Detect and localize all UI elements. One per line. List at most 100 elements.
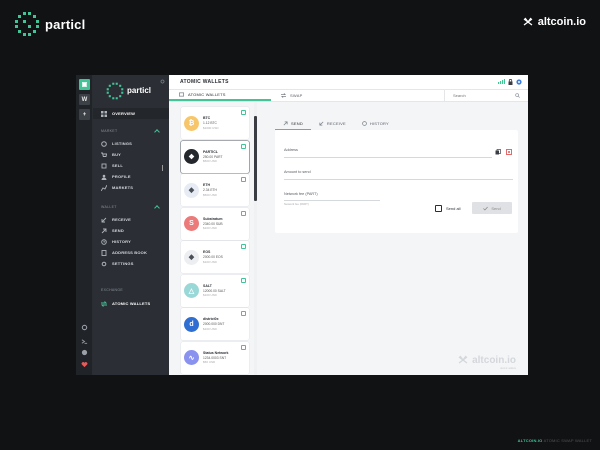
tab-send[interactable]: SEND	[275, 117, 311, 130]
address-book-icon[interactable]	[506, 149, 512, 155]
send-button-label: Send	[491, 205, 501, 211]
send-panel: Address Amount to send Network fee (PART…	[275, 130, 518, 233]
coin-name: Status Network	[203, 350, 229, 355]
coin-card[interactable]: d district0x 2000.000 DNT $100 USD	[181, 308, 249, 340]
tab-history[interactable]: HISTORY	[354, 117, 397, 130]
sidebar-item-label: ADDRESS BOOK	[112, 250, 148, 255]
tab-label: RECEIVE	[326, 121, 346, 126]
swap-badge-icon[interactable]	[241, 277, 246, 283]
sidebar-item-address-book[interactable]: ADDRESS BOOK	[93, 247, 169, 258]
page-title: ATOMIC WALLETS	[180, 78, 229, 85]
coin-fiat-value: $500 USD	[203, 159, 217, 164]
altcoin-mark-icon	[458, 355, 468, 364]
coin-card[interactable]: ₿ BTC 1.12 BTC $1000 USD	[181, 107, 249, 139]
fee-field[interactable]	[284, 200, 380, 201]
coin-name: SALT	[203, 283, 212, 288]
tab-label: HISTORY	[369, 121, 389, 126]
coin-card[interactable]: △ SALT 12000.00 SALT $100 USD	[181, 274, 249, 307]
coin-name: district0x	[203, 317, 219, 322]
coin-fiat-value: $100 USD	[203, 293, 217, 298]
history-icon	[101, 238, 107, 245]
coin-name: BTC	[203, 116, 211, 121]
search-icon[interactable]	[515, 92, 520, 98]
section-label: WALLET	[101, 205, 117, 209]
footer-brand: ALTCOIN.IO	[517, 438, 543, 443]
panel-tabs: SEND RECEIVE HISTORY	[275, 117, 518, 130]
terminal-icon[interactable]	[80, 337, 89, 346]
sidebar-item-markets[interactable]: MARKETS	[93, 182, 169, 193]
copy-icon[interactable]	[495, 149, 501, 155]
person-icon	[101, 174, 107, 180]
wallet-switch-active[interactable]: ▣	[79, 79, 90, 90]
sidebar-item-listings[interactable]: LISTINGS	[93, 138, 169, 149]
settings-icon[interactable]	[80, 323, 89, 332]
swap-badge-icon[interactable]	[241, 177, 246, 182]
gear-icon	[101, 261, 107, 267]
coin-logo-icon: △	[184, 283, 199, 298]
coin-logo-icon: ₿	[184, 115, 199, 131]
scrollbar-thumb[interactable]	[254, 116, 257, 201]
resize-handle[interactable]	[162, 165, 163, 171]
listings-icon	[101, 140, 107, 147]
swap-badge-icon[interactable]	[241, 311, 246, 316]
coin-card[interactable]: ❖ PARTICL 250.00 PART $500 USD	[181, 140, 249, 173]
gear-icon[interactable]	[160, 79, 165, 84]
sidebar-item-sell[interactable]: SELL	[93, 160, 169, 171]
heart-icon[interactable]	[80, 360, 89, 369]
wallet-section-header[interactable]: WALLET	[93, 202, 169, 212]
sidebar-item-receive[interactable]: RECEIVE	[93, 214, 169, 225]
tab-atomic-wallets[interactable]: ATOMIC WALLETS	[169, 90, 271, 101]
send-button[interactable]: Send	[472, 202, 512, 214]
tab-swap[interactable]: SWAP	[271, 90, 444, 101]
wallet-tabs: ATOMIC WALLETS SWAP	[169, 89, 528, 102]
swap-badge-icon[interactable]	[241, 143, 246, 149]
market-section-header[interactable]: MARKET	[93, 126, 169, 136]
fee-hint: Network fee (PART)	[284, 202, 309, 206]
send-all-label: Send all	[446, 206, 461, 211]
coin-card[interactable]: ◆ ETH 2.34 ETH $500 USD	[181, 174, 249, 206]
amount-field[interactable]	[284, 179, 513, 180]
coin-logo-icon: ◆	[184, 249, 199, 265]
send-all-checkbox[interactable]	[435, 205, 442, 212]
lock-icon[interactable]	[508, 78, 513, 85]
sidebar-item-history[interactable]: HISTORY	[93, 236, 169, 247]
coin-info: ETH 2.34 ETH $500 USD	[203, 183, 217, 196]
footer-text: ATOMIC SWAP WALLET	[542, 438, 592, 443]
sidebar-item-profile[interactable]: PROFILE	[93, 171, 169, 182]
sidebar-item-buy[interactable]: BUY	[93, 149, 169, 160]
swap-badge-icon[interactable]	[241, 110, 246, 115]
content-area: ₿ BTC 1.12 BTC $1000 USD ❖ PARTICL 250.00 PART…	[162, 102, 528, 375]
sidebar-item-label: SEND	[112, 228, 124, 233]
send-all-toggle[interactable]: Send all	[435, 205, 460, 212]
sidebar-item-settings[interactable]: SETTINGS	[93, 258, 169, 269]
coin-card[interactable]: S Substratum 2340.00 SUB $100 USD	[181, 207, 249, 240]
sidebar-item-label: RECEIVE	[112, 217, 131, 222]
swap-badge-icon[interactable]	[241, 344, 246, 350]
tab-receive[interactable]: RECEIVE	[311, 117, 354, 130]
history-icon	[362, 121, 367, 126]
coin-balance: 12000.00 SALT	[203, 288, 226, 293]
add-wallet-button[interactable]: +	[79, 109, 90, 120]
app-window: ▣ W + particl OVERVIEW MARKET LISTINGS B…	[76, 75, 528, 375]
search-box[interactable]	[444, 89, 528, 101]
swap-badge-icon[interactable]	[241, 210, 246, 216]
network-icon[interactable]	[80, 348, 89, 357]
sidebar-item-label: BUY	[112, 152, 122, 157]
coin-logo-icon: ❖	[184, 149, 199, 164]
sidebar-item-label: SETTINGS	[112, 261, 134, 266]
sidebar-item-atomic-wallets[interactable]: ATOMIC WALLETS	[93, 298, 169, 309]
swap-badge-icon[interactable]	[241, 244, 246, 249]
particl-logo-icon	[106, 82, 124, 99]
wallet-switch-w[interactable]: W	[79, 94, 90, 105]
watermark-sub: atomic wallets	[500, 367, 516, 370]
search-input[interactable]	[453, 92, 513, 98]
exchange-section-header: EXCHANGE	[93, 285, 169, 295]
coin-card[interactable]: ∿ Status Network 1234.0003 SNT $50 USD	[181, 341, 249, 374]
coin-logo-icon: ∿	[184, 350, 199, 365]
address-field[interactable]	[284, 157, 492, 158]
coin-fiat-value: $500 USD	[203, 192, 217, 197]
coin-name: Substratum	[203, 216, 223, 221]
sidebar-item-send[interactable]: SEND	[93, 225, 169, 236]
coin-card[interactable]: ◆ EOS 2000.00 EOS $100 USD	[181, 241, 249, 273]
sidebar-item-overview[interactable]: OVERVIEW	[93, 108, 169, 119]
